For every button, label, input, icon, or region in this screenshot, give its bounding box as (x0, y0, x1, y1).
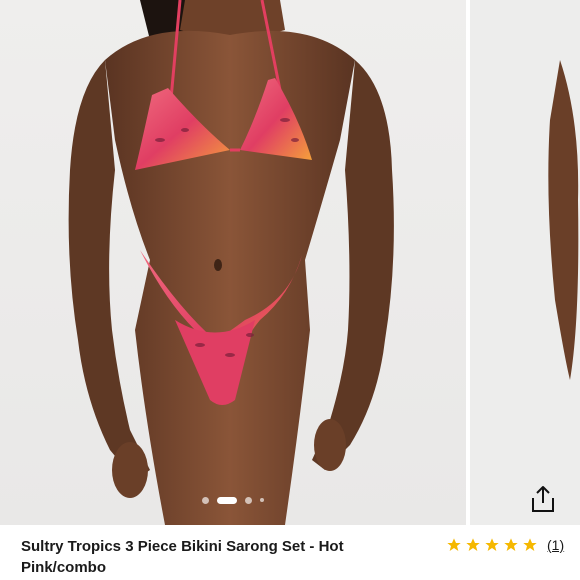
star-icon (523, 538, 537, 551)
star-icon (466, 538, 480, 551)
gallery-dot[interactable] (245, 496, 252, 504)
product-title: Sultry Tropics 3 Piece Bikini Sarong Set… (21, 538, 344, 576)
review-count-link[interactable]: (1) (547, 537, 564, 553)
star-icon (504, 538, 518, 551)
star-icon (447, 538, 461, 551)
gallery-dot-active[interactable] (217, 496, 237, 504)
gallery-dot[interactable] (260, 498, 264, 502)
share-button[interactable] (526, 482, 560, 516)
gallery-pagination[interactable] (0, 492, 466, 508)
share-icon (532, 486, 554, 512)
product-rating[interactable]: (1) (446, 535, 564, 555)
next-model-photo (548, 60, 579, 380)
product-image-main[interactable] (0, 0, 466, 525)
star-icon (485, 538, 499, 551)
gallery-dot[interactable] (202, 496, 209, 504)
product-image-gallery[interactable] (0, 0, 580, 525)
product-image-next[interactable] (470, 0, 580, 525)
model-photo (68, 0, 394, 525)
